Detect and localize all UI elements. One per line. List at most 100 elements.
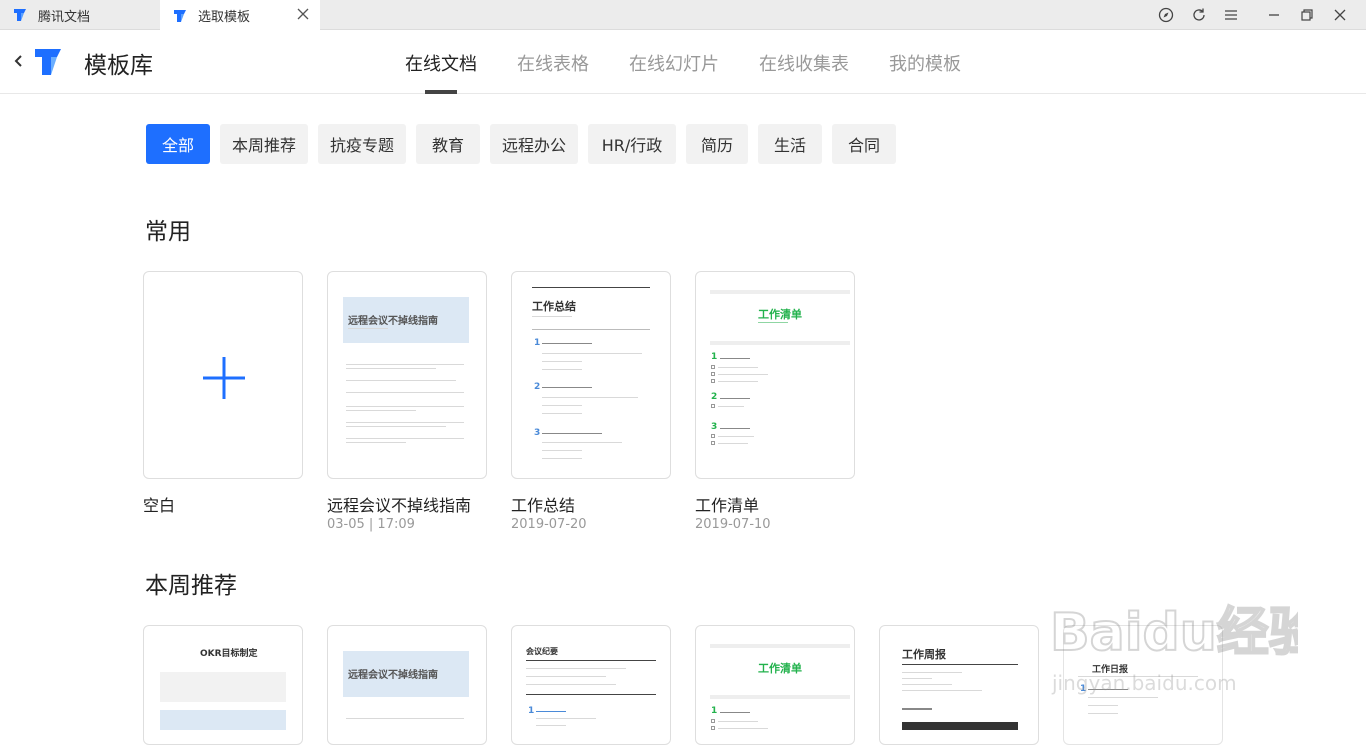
thumb-line	[718, 374, 768, 375]
thumb-line	[542, 361, 582, 362]
thumb-line	[902, 678, 932, 679]
thumb-line	[348, 328, 388, 329]
close-window-icon[interactable]	[1324, 0, 1356, 30]
tencent-docs-icon	[14, 9, 26, 21]
thumb-line	[718, 436, 754, 437]
thumb-line	[542, 397, 638, 398]
template-card-work-list-2[interactable]: 工作清单 1	[695, 625, 855, 745]
thumb-title: 工作周报	[902, 648, 946, 661]
menu-icon[interactable]	[1215, 0, 1247, 30]
thumb-line	[346, 718, 464, 719]
category-all[interactable]: 全部	[146, 124, 210, 164]
baidu-jingyan-watermark: Baidu经验 jingyan.baidu.com	[1049, 602, 1298, 695]
thumb-line	[532, 316, 572, 317]
compass-icon[interactable]	[1150, 0, 1182, 30]
close-tab-icon[interactable]	[296, 7, 310, 21]
category-resume[interactable]: 简历	[686, 124, 748, 164]
template-card-okr[interactable]: OKR目标制定	[143, 625, 303, 745]
thumb-line	[902, 708, 932, 710]
thumb-line	[710, 695, 850, 699]
thumb-line	[542, 458, 582, 459]
thumb-line	[720, 712, 750, 713]
thumb-line	[720, 398, 750, 399]
template-card-work-summary[interactable]: 工作总结 1 2 3	[511, 271, 671, 479]
tab-online-slides[interactable]: 在线幻灯片	[629, 50, 719, 76]
tab-label: 腾讯文档	[38, 9, 91, 25]
thumb-box	[160, 710, 286, 730]
category-weekly[interactable]: 本周推荐	[220, 124, 308, 164]
tab-select-template[interactable]: 选取模板	[160, 0, 320, 31]
category-life[interactable]: 生活	[758, 124, 822, 164]
template-card-blank[interactable]	[143, 271, 303, 479]
thumb-title: 工作清单	[758, 662, 802, 675]
section-title-common: 常用	[145, 219, 191, 245]
thumb-line	[710, 644, 850, 648]
card-date: 03-05 | 17:09	[327, 517, 415, 532]
thumb-line	[718, 381, 758, 382]
thumb-line	[542, 343, 592, 344]
thumb-line	[346, 364, 464, 365]
thumb-line	[542, 450, 582, 451]
category-epidemic[interactable]: 抗疫专题	[318, 124, 406, 164]
thumb-num: 1	[528, 706, 535, 716]
category-contract[interactable]: 合同	[832, 124, 896, 164]
minimize-icon[interactable]	[1258, 0, 1290, 30]
refresh-icon[interactable]	[1183, 0, 1215, 30]
thumb-line	[536, 718, 596, 719]
thumb-line	[526, 660, 656, 661]
tab-online-sheet[interactable]: 在线表格	[517, 50, 589, 76]
thumb-line	[718, 443, 748, 444]
thumb-line	[346, 368, 436, 369]
thumb-line	[536, 725, 566, 726]
thumb-line	[710, 290, 850, 294]
tab-tencent-docs[interactable]: 腾讯文档	[0, 0, 160, 30]
back-arrow-icon[interactable]	[12, 52, 26, 70]
thumb-line	[720, 358, 750, 359]
category-education[interactable]: 教育	[416, 124, 480, 164]
plus-icon	[203, 357, 245, 399]
thumb-line	[1088, 705, 1118, 706]
category-remote-work[interactable]: 远程办公	[490, 124, 578, 164]
thumb-line	[758, 322, 788, 323]
thumb-title: 工作总结	[532, 300, 576, 313]
thumb-line	[718, 728, 768, 729]
thumb-checkbox	[711, 404, 715, 408]
section-title-weekly: 本周推荐	[145, 573, 237, 599]
thumb-num: 2	[534, 382, 541, 392]
active-tab-indicator	[425, 90, 457, 94]
template-card-meeting-minutes[interactable]: 会议纪要 1	[511, 625, 671, 745]
template-card-remote-meeting[interactable]: 远程会议不掉线指南	[327, 271, 487, 479]
thumb-line	[346, 406, 464, 407]
thumb-num: 3	[534, 428, 541, 438]
restore-icon[interactable]	[1291, 0, 1323, 30]
thumb-box	[160, 672, 286, 702]
thumb-line	[346, 442, 406, 443]
template-card-work-list[interactable]: 工作清单 1 2 3	[695, 271, 855, 479]
thumb-line	[1088, 713, 1118, 714]
thumb-line	[902, 690, 982, 691]
tab-my-templates[interactable]: 我的模板	[889, 50, 961, 76]
thumb-checkbox	[711, 719, 715, 723]
tab-online-form[interactable]: 在线收集表	[759, 50, 849, 76]
tab-online-doc[interactable]: 在线文档	[405, 50, 477, 76]
template-card-weekly-report[interactable]: 工作周报	[879, 625, 1039, 745]
thumb-line	[526, 668, 626, 669]
thumb-line	[710, 341, 850, 345]
thumb-num: 2	[711, 392, 718, 402]
template-card-remote-meeting-2[interactable]: 远程会议不掉线指南	[327, 625, 487, 745]
thumb-line	[346, 392, 464, 393]
thumb-checkbox	[711, 441, 715, 445]
watermark-text: Baidu经验	[1050, 603, 1298, 663]
thumb-line	[718, 406, 744, 407]
thumb-checkbox	[711, 372, 715, 376]
thumb-line	[536, 711, 566, 712]
thumb-line	[542, 433, 602, 434]
thumb-line	[902, 664, 1018, 665]
category-hr-admin[interactable]: HR/行政	[588, 124, 676, 164]
thumb-table-header	[902, 722, 1018, 730]
thumb-line	[718, 367, 758, 368]
thumb-num: 1	[711, 706, 718, 716]
thumb-line	[718, 721, 758, 722]
thumb-line	[542, 353, 642, 354]
card-date: 2019-07-20	[511, 517, 587, 532]
